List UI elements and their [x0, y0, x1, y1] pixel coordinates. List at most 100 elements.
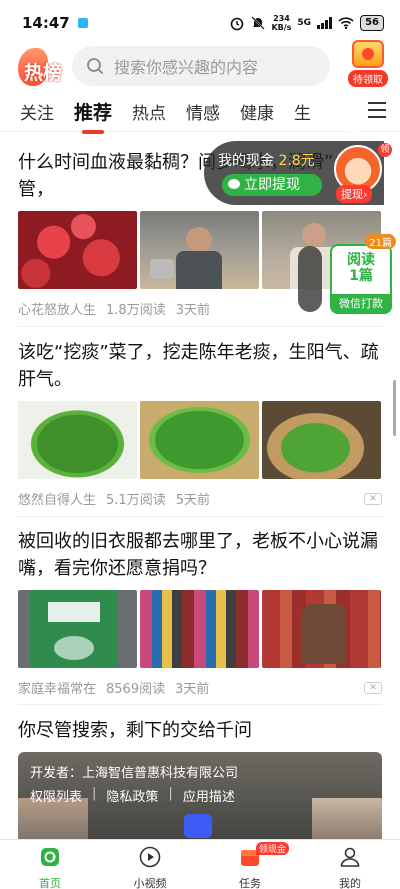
wifi-icon [338, 17, 354, 30]
tab-emotion[interactable]: 情感 [186, 99, 220, 124]
network-type: 5G [297, 18, 312, 28]
tab-recommend[interactable]: 推荐 [74, 98, 112, 125]
article-meta: 悠然自得人生 5.1万阅读 5天前 ✕ [18, 489, 382, 508]
dismiss-icon[interactable]: ✕ [364, 492, 382, 505]
article-source: 悠然自得人生 [18, 493, 97, 508]
article-card[interactable]: 被回收的旧衣服都去哪里了，老板不小心说漏嘴，看完你还愿意捐吗？ 家庭幸福常在 8… [18, 528, 382, 697]
nav-tasks[interactable]: 领现金 任务 [200, 840, 300, 889]
logo-text: 热榜 [24, 62, 63, 84]
scrollbar[interactable] [393, 380, 396, 436]
green-vegetable-image-2 [140, 401, 259, 479]
read-count-badge: 21篇 [365, 234, 396, 249]
article-time: 5天前 [175, 493, 210, 508]
tab-life[interactable]: 生 [294, 99, 311, 124]
article-images [18, 211, 382, 289]
reward-button[interactable]: 待领取 [346, 40, 390, 88]
cash-label: 我的现金 2.8元 [218, 150, 315, 170]
article-source: 家庭幸福常在 [18, 682, 97, 697]
article-images [18, 590, 382, 668]
article-time: 3天前 [175, 303, 210, 318]
nav-short-video-label: 小视频 [133, 877, 167, 889]
ad-permissions-link[interactable]: 权限列表 [30, 786, 82, 805]
tab-follow[interactable]: 关注 [20, 99, 54, 124]
article-reads: 1.8万阅读 [106, 303, 166, 318]
play-icon [139, 846, 161, 868]
green-vegetable-image-3 [262, 401, 381, 479]
mascot-withdraw[interactable]: 领 提现› [330, 143, 392, 203]
dismiss-icon[interactable]: ✕ [364, 681, 382, 694]
green-vegetable-image-1 [18, 401, 137, 479]
menu-icon[interactable] [368, 102, 386, 120]
search-bar[interactable]: 搜索你感兴趣的内容 [72, 46, 330, 86]
clothing-bin-image [18, 590, 137, 668]
search-icon [87, 58, 104, 75]
ad-description-link[interactable]: 应用描述 [183, 786, 235, 805]
nav-profile[interactable]: 我的 [300, 840, 400, 889]
news-feed[interactable]: 什么时间血液最黏稠？间多喝水，润滑”血管， 心花怒放人生 1.8万阅读 3天前 … [0, 133, 400, 839]
mute-bell-icon [251, 16, 266, 30]
nav-short-video[interactable]: 小视频 [100, 840, 200, 889]
article-title[interactable]: 你尽管搜索，剩下的交给千问 [18, 717, 382, 744]
blood-cells-image [18, 211, 137, 289]
article-title[interactable]: 被回收的旧衣服都去哪里了，老板不小心说漏嘴，看完你还愿意捐吗？ [18, 528, 382, 582]
mascot-tip: 提现› [336, 185, 373, 203]
status-bar: 14:47 234 KB/s 5G 56 [0, 0, 400, 46]
withdraw-button[interactable]: 立即提现 [222, 174, 322, 196]
ad-privacy-link[interactable]: 隐私政策 [106, 786, 158, 805]
alarm-icon [231, 17, 244, 31]
article-card[interactable]: 该吃“挖痰”菜了，挖走陈年老痰，生阳气、疏肝气。 悠然自得人生 5.1万阅读 5… [18, 339, 382, 508]
ad-links: 权限列表 | 隐私政策 | 应用描述 [30, 786, 235, 805]
read-widget-line2: 1篇 [349, 268, 373, 284]
cash-label-text: 我的现金 [218, 153, 274, 169]
red-envelope-icon [352, 40, 384, 68]
article-meta: 家庭幸福常在 8569阅读 3天前 ✕ [18, 678, 382, 697]
article-images [18, 401, 382, 479]
article-reads: 5.1万阅读 [106, 493, 166, 508]
status-time: 14:47 [22, 14, 70, 32]
nav-home-label: 首页 [39, 877, 61, 889]
divider [18, 326, 382, 327]
net-speed: 234 KB/s [271, 14, 291, 32]
jackets-image [262, 590, 381, 668]
ad-app-icon [184, 814, 212, 838]
ad-card-title[interactable]: 你尽管搜索，剩下的交给千问 [18, 717, 382, 744]
status-right: 234 KB/s 5G 56 [229, 14, 384, 32]
article-source: 心花怒放人生 [18, 303, 97, 318]
article-reads: 8569阅读 [106, 682, 166, 697]
tab-health[interactable]: 健康 [240, 99, 274, 124]
search-placeholder: 搜索你感兴趣的内容 [114, 58, 259, 77]
clothes-rack-image [140, 590, 259, 668]
read-reward-widget[interactable]: 21篇 阅读 1篇 微信打款 [330, 234, 396, 314]
ad-banner[interactable]: 开发者：上海智信普惠科技有限公司 权限列表 | 隐私政策 | 应用描述 [18, 752, 382, 852]
mascot-tip-text: 提现 [341, 188, 363, 201]
nav-profile-label: 我的 [339, 877, 361, 889]
user-icon [340, 847, 360, 867]
cash-amount: 2.8元 [278, 153, 315, 169]
article-title[interactable]: 该吃“挖痰”菜了，挖走陈年老痰，生阳气、疏肝气。 [18, 339, 382, 393]
nav-tasks-label: 任务 [239, 877, 261, 889]
app-notification-icon [77, 18, 88, 28]
drag-handle[interactable] [298, 246, 322, 312]
task-tag: 领现金 [256, 842, 290, 855]
net-speed-unit: KB/s [271, 23, 292, 32]
bottom-nav: 首页 小视频 领现金 任务 我的 [0, 839, 400, 889]
elderly-man-drinking-image [140, 211, 259, 289]
tab-hot[interactable]: 热点 [132, 99, 166, 124]
wechat-payout-label: 微信打款 [330, 294, 392, 314]
divider [18, 516, 382, 517]
ad-developer: 开发者：上海智信普惠科技有限公司 [30, 766, 239, 781]
reward-label: 待领取 [348, 70, 388, 87]
nav-home[interactable]: 首页 [0, 840, 100, 889]
article-meta: 心花怒放人生 1.8万阅读 3天前 [18, 299, 382, 318]
net-speed-value: 234 [273, 14, 290, 23]
category-tabs: 关注 推荐 热点 情感 健康 生 [0, 92, 400, 132]
read-widget-line1: 阅读 [347, 252, 375, 268]
claim-badge: 领 [378, 143, 392, 157]
battery-indicator: 56 [360, 15, 384, 31]
article-time: 3天前 [175, 682, 210, 697]
app-logo[interactable]: 热榜 [16, 48, 64, 88]
signal-icon [317, 17, 333, 29]
status-notification-icons [77, 18, 88, 28]
home-icon [41, 848, 59, 866]
app-header: 热榜 搜索你感兴趣的内容 待领取 [0, 40, 400, 92]
